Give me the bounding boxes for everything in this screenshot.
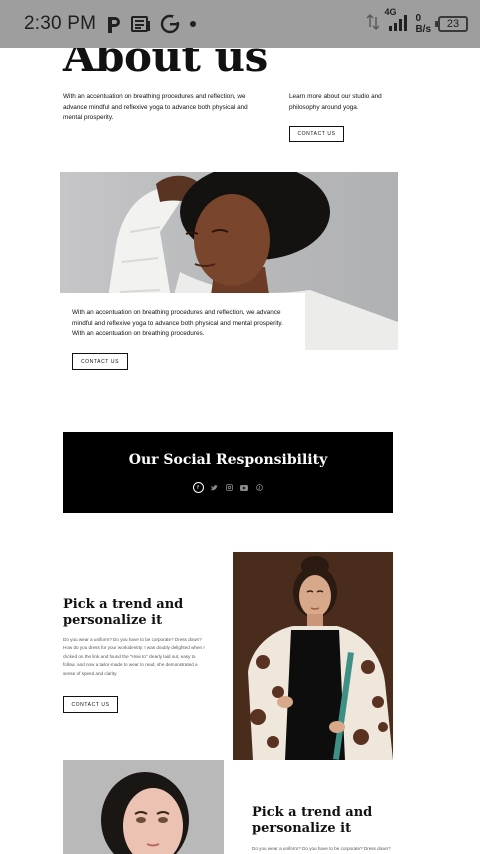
status-system-icons: 4G 0 B/s 23: [366, 7, 468, 37]
hero-text: With an accentuation on breathing proced…: [72, 309, 283, 338]
pinterest-icon[interactable]: [255, 483, 264, 492]
hero-contact-us-button[interactable]: CONTACT US: [72, 353, 128, 370]
about-description: With an accentuation on breathing proced…: [63, 93, 248, 121]
social-title: Our Social Responsibility: [128, 452, 328, 468]
trend-2-title: Pick a trend and personalize it: [252, 805, 373, 836]
instagram-icon[interactable]: [225, 483, 234, 492]
status-time: 2:30 PM: [24, 13, 97, 34]
signal-icon: 4G: [384, 7, 408, 37]
network-type-label: 4G: [384, 7, 397, 17]
battery-level: 23: [446, 18, 460, 30]
more-notifications-dot-icon: [189, 20, 197, 28]
network-speed: 0 B/s: [415, 13, 431, 35]
youtube-icon[interactable]: [240, 483, 249, 492]
trend-1-title: Pick a trend and personalize it: [63, 597, 184, 628]
trend-1-photo: [233, 552, 393, 760]
network-speed-unit: B/s: [415, 24, 431, 35]
social-icons: f: [63, 482, 393, 493]
contact-us-button[interactable]: CONTACT US: [289, 126, 344, 142]
network-speed-value: 0: [415, 13, 421, 24]
woman-portrait-illustration: [101, 772, 189, 854]
news-icon: [131, 15, 151, 33]
trend-1-body: Do you wear a uniform? Do you have to be…: [63, 637, 205, 676]
trend-2-photo: [63, 760, 224, 854]
social-responsibility-banner: Our Social Responsibility f: [63, 432, 393, 513]
trend-2-body: Do you wear a uniform? Do you have to be…: [252, 846, 391, 851]
parking-icon: [106, 14, 122, 34]
about-learn-more: Learn more about our studio and philosop…: [289, 93, 382, 111]
status-bar: 2:30 PM 4G 0 B/s 23: [0, 0, 480, 48]
trend-contact-us-button[interactable]: CONTACT US: [63, 696, 118, 713]
google-icon: [160, 14, 180, 34]
girl-in-floral-jacket-illustration: [248, 556, 393, 760]
twitter-icon[interactable]: [210, 483, 219, 492]
status-notification-icons: [106, 14, 197, 34]
data-transfer-icon: [366, 13, 380, 35]
battery-icon: 23: [435, 16, 468, 32]
facebook-icon[interactable]: f: [192, 482, 204, 493]
